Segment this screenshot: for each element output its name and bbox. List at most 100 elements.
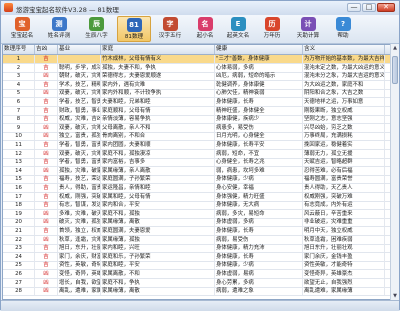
calendar-icon: 辰 (89, 17, 104, 31)
table-cell: 福寿圆满，富贵荣誉 (303, 175, 385, 184)
table-cell: 凶 (35, 149, 58, 158)
table-cell: 19 (3, 209, 35, 218)
table-cell: 27 (3, 278, 35, 287)
table-cell: 聪明，步学，成功，富贵 (59, 63, 101, 72)
table-cell: 26 (3, 270, 35, 278)
table-cell: 吉 (35, 55, 58, 63)
column-header[interactable]: 健康 (215, 45, 303, 54)
table-cell: 变怪奇异，英雄豪杰 (303, 270, 385, 278)
column-header[interactable]: 基业 (58, 45, 101, 54)
table-cell: 双妻，破灭，灾难，破家 (59, 149, 101, 158)
table-cell: 10 (3, 132, 35, 141)
table-cell: 父母离散，亲人不和 (101, 123, 215, 132)
toolbar-button-1[interactable]: 测姓名评测 (41, 16, 77, 42)
toolbar-button-0[interactable]: 宝宝宝起名 (4, 16, 40, 42)
table-cell: 为大凶运之数，家庭不和 (303, 80, 385, 89)
table-cell: 17 (3, 192, 35, 201)
table-cell: 身体康健，疾病少 (215, 115, 303, 124)
table-cell: 病弱，多灾，易短命 (215, 209, 303, 218)
title-bar[interactable]: 悠游宝宝起名软件V3.28 — 81数理 — □ ✕ (1, 1, 399, 16)
table-cell: 吉 (35, 244, 58, 253)
table-cell: 吉 (35, 63, 58, 72)
table-cell: 身体健康，长寿 (215, 227, 303, 235)
table-cell: 变怪，奇异，英雄，波澜 (59, 270, 101, 278)
table-cell: 财政，智勇，事业，实现 (59, 106, 101, 115)
table-cell: 破灭，灾难，孤独，病弱 (59, 218, 101, 227)
scroll-thumb[interactable] (392, 56, 398, 84)
table-cell: 吉 (35, 158, 58, 167)
table-cell: 凶 (35, 132, 58, 141)
toolbar-button-2[interactable]: 辰生辰八字 (78, 16, 115, 42)
table-cell: 阴阳和合之象，大吉之数 (303, 89, 385, 98)
table-cell: 吉 (35, 227, 58, 235)
toolbar-button-9[interactable]: ? 帮助 (328, 16, 358, 42)
hanzi-icon: 字 (162, 17, 178, 31)
column-header[interactable]: 家庭 (101, 45, 215, 54)
table-cell: 家庭和乐，子孙繁荣 (101, 252, 215, 261)
minimize-button[interactable]: — (347, 3, 361, 12)
toolbar-button-6[interactable]: E 起英文名 (223, 16, 253, 42)
toolbar-button-3[interactable]: 81 81数理 (117, 16, 151, 42)
maximize-button[interactable]: □ (362, 3, 376, 12)
table-cell: 为万物开始的基本数，为最大吉祥运 (304, 55, 385, 63)
table-cell: 身体虚弱，易病 (215, 270, 303, 278)
toolbar-label: 帮助 (337, 33, 349, 39)
table-cell: 精神旺盛，身体健全 (215, 106, 303, 115)
table-cell: 双妻，破灭，灾难，破家 (59, 123, 101, 132)
table-cell: 吉 (35, 141, 58, 149)
table-cell: 天德地祥之运，万事如意 (303, 98, 385, 106)
table-cell: 独立，富贵，孤独，灾难 (59, 132, 101, 141)
globe-icon: E (230, 17, 246, 31)
table-cell: 欲望无止，自我强烈 (303, 278, 385, 287)
calculator-icon: 计 (300, 17, 316, 31)
vertical-scrollbar[interactable]: ▲ ▼ (390, 44, 399, 300)
toolbar-label: 起小名 (196, 33, 214, 39)
table-cell: 家庭和睦，平安 (101, 261, 215, 270)
table-cell: 吉 (35, 201, 58, 210)
toolbar-button-4[interactable]: 字汉字五行 (153, 16, 187, 42)
table-cell: 吉 (35, 115, 58, 124)
table-cell: 家属离散，不和 (101, 270, 215, 278)
toolbar-button-5[interactable]: 名起小名 (189, 16, 221, 42)
table-cell: 家内富裕，吉事多 (101, 158, 215, 167)
toolbar-label: 万年历 (263, 33, 281, 39)
table-cell: 25 (3, 261, 35, 270)
table-cell: 家庭不和，孤独凄凉 (101, 149, 215, 158)
table-cell: 混沌未定之数，为最大凶运的意义 (304, 63, 385, 72)
table-header: 数理序号 吉凶 基业 家庭 健康 含义 (3, 45, 391, 55)
table-cell: 孤独，灾难，破家，病弱 (59, 166, 101, 175)
table-cell: 心体易弱，多病 (215, 63, 303, 72)
column-header[interactable]: 数理序号 (3, 45, 35, 54)
table-cell: 14 (3, 166, 35, 175)
table-cell: 身体健康，无大病 (215, 201, 303, 210)
table-cell: 弱，病患，坎坷多难 (215, 166, 303, 175)
help-icon: ? (335, 17, 351, 31)
heart-icon: 名 (197, 17, 213, 31)
toolbar-button-7[interactable]: 历万年历 (255, 16, 289, 42)
table-cell: 心肺欠佳，精神衰弱 (215, 89, 303, 98)
close-button[interactable]: ✕ (377, 3, 395, 12)
table-cell: 家属和睦，父母有情 (101, 192, 215, 201)
toolbar-label: 姓名评测 (47, 33, 71, 39)
column-header[interactable]: 吉凶 (35, 45, 58, 54)
table-cell: 刚毅果断，独立权威 (303, 106, 385, 115)
table-cell: 家庭不和，孤独 (101, 209, 215, 218)
table-cell: 明月中天，独立权威 (303, 227, 385, 235)
scroll-down-icon[interactable]: ▼ (391, 292, 399, 300)
table-cell: 权威刚强，突破万难 (303, 192, 385, 201)
table-cell: 21 (3, 227, 35, 235)
table-cell: 增长，自我，欲望，毁誉 (59, 278, 101, 287)
table-cell: 权威，刚强，突破，成功 (59, 192, 101, 201)
scroll-up-icon[interactable]: ▲ (391, 44, 399, 52)
toolbar-button-8[interactable]: 计天助计算 (291, 16, 325, 42)
column-header[interactable]: 含义 (303, 45, 385, 54)
table-cell: 家庭圆满，夫妻恩爱 (101, 227, 215, 235)
table-cell: 家属缘薄，亲人离散 (101, 166, 215, 175)
magnifier-icon: 测 (51, 17, 67, 31)
table-cell: 凶厄，病弱，短命的暗示 (215, 72, 303, 81)
table-cell: 多难，灾难，破灭，病弱 (59, 209, 101, 218)
table-cell: 身体强健，精力旺盛 (215, 192, 303, 201)
table-row[interactable]: 28凶离乱，遭难，家属，缘薄家属缘薄，离散病弱，遭难之象离乱遭难，家属缘薄 (3, 287, 391, 297)
table-cell: 夫妻和睦，兄弟和睦 (101, 98, 215, 106)
table-cell: 28 (3, 287, 35, 296)
